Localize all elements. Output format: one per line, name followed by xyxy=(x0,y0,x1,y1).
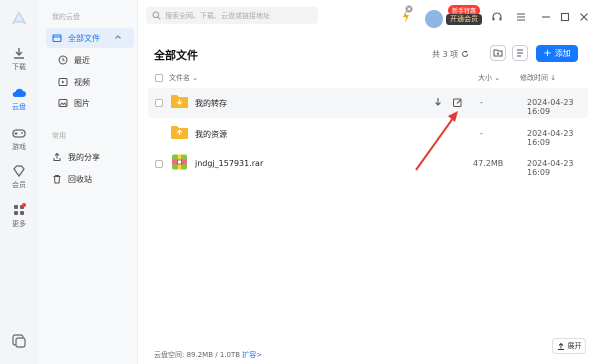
column-modified-header[interactable]: 修改时间 ↓ xyxy=(520,73,556,83)
sidebar-item-recent[interactable]: 最近 xyxy=(52,50,134,70)
page-title: 全部文件 xyxy=(154,49,198,62)
sidebar-item-image[interactable]: 图片 xyxy=(52,93,134,113)
file-date: 2024-04-23 16:09 xyxy=(527,159,574,177)
column-name-header[interactable]: 文件名 ⌄ xyxy=(169,73,198,83)
storage-text: 云盘空间: 89.2MB / 1.0TB xyxy=(154,351,241,359)
download-icon[interactable] xyxy=(433,97,443,108)
rar-archive-icon xyxy=(172,154,187,170)
table-row[interactable]: 我的资源 - 2024-04-23 16:09 xyxy=(148,119,588,149)
file-size: - xyxy=(480,98,483,107)
trash-icon xyxy=(53,175,61,184)
download-icon xyxy=(14,48,24,59)
file-name[interactable]: jndgj_157931.rar xyxy=(195,159,263,168)
grid-icon xyxy=(14,203,26,215)
maximize-icon[interactable] xyxy=(559,11,571,23)
rail-item-download[interactable]: 下载 xyxy=(0,46,38,84)
add-button-label: 添加 xyxy=(554,49,571,58)
add-button[interactable]: + 添加 xyxy=(536,45,578,62)
sidebar-item-my-share[interactable]: 我的分享 xyxy=(46,147,134,167)
search-icon xyxy=(152,11,161,20)
sidebar-item-label: 图片 xyxy=(74,98,90,108)
row-checkbox[interactable] xyxy=(155,160,163,168)
select-all-checkbox[interactable] xyxy=(155,74,163,82)
rail-item-games[interactable]: 游戏 xyxy=(0,126,38,164)
rail-label: 会员 xyxy=(12,181,26,189)
top-bar: 搜索全网、下载、云盘或链接地址 新手特惠 开通会员 xyxy=(138,0,600,34)
sort-button[interactable] xyxy=(512,45,528,61)
sort-arrow-icon: ↓ xyxy=(550,74,557,82)
search-placeholder: 搜索全网、下载、云盘或链接地址 xyxy=(165,11,270,20)
sidebar-section-title: 常用 xyxy=(52,132,66,140)
share-icon xyxy=(53,152,61,161)
minimize-icon[interactable] xyxy=(540,11,552,23)
gamepad-icon xyxy=(12,129,26,138)
chevron-down-icon: ⌄ xyxy=(192,74,199,82)
clock-icon xyxy=(58,55,68,65)
folder-plus-icon xyxy=(493,49,503,57)
file-date: 2024-04-23 16:09 xyxy=(527,98,574,116)
image-icon xyxy=(58,99,68,107)
cloud-icon xyxy=(12,88,26,97)
expand-storage-link[interactable]: 扩容> xyxy=(242,351,262,359)
search-input[interactable]: 搜索全网、下载、云盘或链接地址 xyxy=(146,7,318,24)
sidebar-item-label: 最近 xyxy=(74,55,90,65)
vip-button[interactable]: 开通会员 xyxy=(446,14,482,25)
refresh-icon[interactable] xyxy=(461,50,469,58)
sidebar-item-all-files[interactable]: 全部文件 xyxy=(46,28,134,48)
table-header: 文件名 ⌄ 大小 ⌄ 修改时间 ↓ xyxy=(148,70,588,86)
item-count: 共 3 项 xyxy=(432,49,469,60)
rail-label: 云盘 xyxy=(12,103,26,111)
new-folder-button[interactable] xyxy=(490,45,506,61)
folder-icon xyxy=(171,126,188,139)
expand-button-label: 展开 xyxy=(567,342,582,350)
table-row[interactable]: jndgj_157931.rar 47.2MB 2024-04-23 16:09 xyxy=(148,149,588,179)
list-sort-icon xyxy=(517,49,523,57)
chevron-up-icon[interactable] xyxy=(114,33,122,41)
storage-info: 云盘空间: 89.2MB / 1.0TB 扩容> xyxy=(154,350,262,360)
rename-icon[interactable] xyxy=(452,97,463,108)
sidebar-item-label: 回收站 xyxy=(68,174,92,184)
table-row[interactable]: 我的转存 - 2024-04-23 16:09 xyxy=(148,88,588,118)
avatar[interactable] xyxy=(425,10,443,28)
rail-item-more[interactable]: 更多 xyxy=(0,203,38,241)
file-date: 2024-04-23 16:09 xyxy=(527,129,574,147)
chevron-down-icon: ⌄ xyxy=(494,74,501,82)
diamond-icon xyxy=(13,165,25,178)
close-badge-icon[interactable] xyxy=(405,5,413,13)
upload-icon xyxy=(557,342,564,350)
file-name[interactable]: 我的转存 xyxy=(195,98,227,109)
folder-icon xyxy=(171,95,188,108)
rail-label: 下载 xyxy=(12,63,26,71)
rail-label: 更多 xyxy=(12,220,26,228)
file-name[interactable]: 我的资源 xyxy=(195,129,227,140)
file-size: - xyxy=(480,129,483,138)
sidebar-item-label: 我的分享 xyxy=(68,152,100,162)
expand-button[interactable]: 展开 xyxy=(552,338,586,354)
left-rail: 下载 云盘 游戏 会员 更多 xyxy=(0,0,38,364)
menu-icon[interactable] xyxy=(515,11,527,23)
window-switch-icon[interactable] xyxy=(10,332,28,350)
row-checkbox[interactable] xyxy=(155,99,163,107)
folder-outline-icon xyxy=(52,34,62,43)
headset-icon[interactable] xyxy=(491,11,503,23)
rail-item-cloud[interactable]: 云盘 xyxy=(0,86,38,124)
file-size: 47.2MB xyxy=(473,159,504,168)
sidebar-item-label: 全部文件 xyxy=(68,33,100,43)
plus-icon: + xyxy=(543,48,552,59)
column-size-header[interactable]: 大小 ⌄ xyxy=(478,73,500,83)
app-logo-icon xyxy=(11,11,27,25)
rail-item-vip[interactable]: 会员 xyxy=(0,164,38,202)
rail-label: 游戏 xyxy=(12,143,26,151)
sidebar-item-video[interactable]: 视频 xyxy=(52,72,134,92)
sidebar-item-label: 视频 xyxy=(74,77,90,87)
sidebar: 我的云盘 全部文件 最近 视频 图片 常用 我的分享 回收站 xyxy=(38,0,138,364)
annotation-arrow xyxy=(415,111,458,171)
sidebar-item-recycle-bin[interactable]: 回收站 xyxy=(46,169,134,189)
close-icon[interactable] xyxy=(578,11,590,23)
sidebar-section-title: 我的云盘 xyxy=(52,13,80,21)
video-icon xyxy=(58,78,68,86)
